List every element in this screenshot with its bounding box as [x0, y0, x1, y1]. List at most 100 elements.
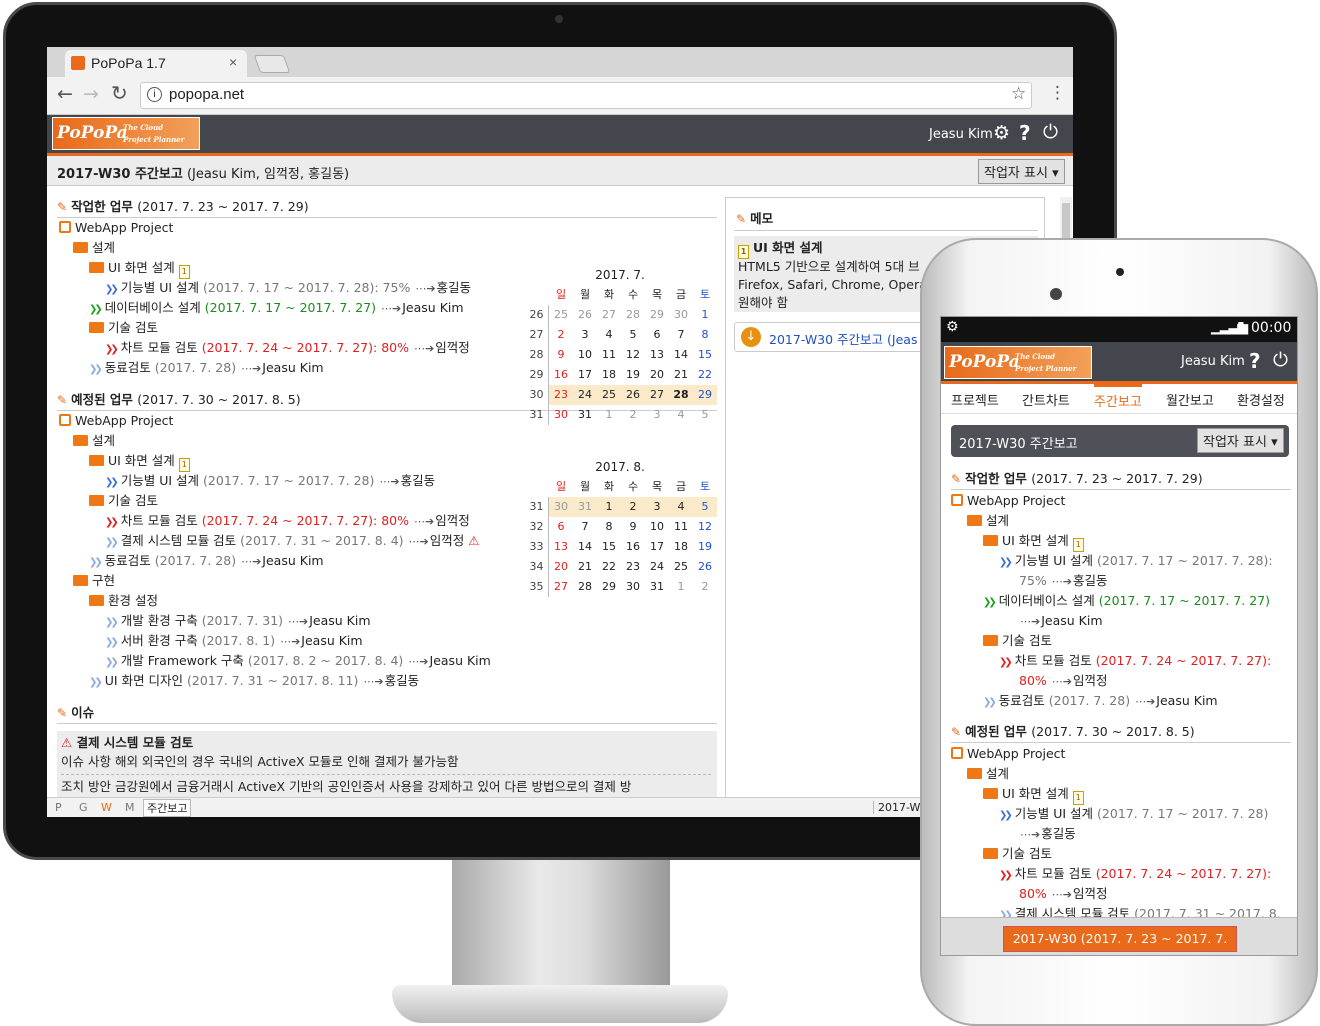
- calendar-day[interactable]: 30: [549, 497, 573, 517]
- forward-icon[interactable]: →: [83, 83, 99, 105]
- calendar-day[interactable]: 2: [549, 325, 573, 345]
- new-tab-button[interactable]: [253, 55, 291, 73]
- task-row[interactable]: ❯❯ 차트 모듈 검토 (2017. 7. 24 ~ 2017. 7. 27):: [999, 651, 1271, 673]
- gear-icon[interactable]: ⚙: [993, 122, 1010, 144]
- calendar-day[interactable]: 29: [645, 305, 669, 325]
- calendar-day[interactable]: 11: [597, 345, 621, 365]
- user-name[interactable]: Jeasu Kim: [1181, 354, 1245, 369]
- calendar-day[interactable]: 14: [573, 537, 597, 557]
- calendar-day[interactable]: 14: [669, 345, 693, 365]
- calendar-day[interactable]: 27: [549, 577, 573, 597]
- folder-ui-design[interactable]: UI 화면 설계 1: [89, 258, 190, 279]
- folder-impl[interactable]: 구현: [73, 571, 115, 591]
- status-tab-g[interactable]: G: [79, 801, 88, 814]
- calendar-day[interactable]: 7: [669, 325, 693, 345]
- calendar-day[interactable]: 20: [645, 365, 669, 385]
- calendar-day[interactable]: 5: [621, 325, 645, 345]
- calendar-day[interactable]: 3: [573, 325, 597, 345]
- task-row[interactable]: ❯❯ 서버 환경 구축 (2017. 8. 1) ⋯➔Jeasu Kim: [105, 631, 363, 653]
- folder-tech-review[interactable]: 기술 검토: [89, 318, 158, 338]
- star-icon[interactable]: ☆: [1011, 84, 1026, 104]
- folder-design[interactable]: 설계: [967, 511, 1009, 531]
- calendar-day[interactable]: 15: [597, 537, 621, 557]
- calendar-day[interactable]: 26: [573, 305, 597, 325]
- task-row[interactable]: ❯❯ 차트 모듈 검토 (2017. 7. 24 ~ 2017. 7. 27): …: [105, 511, 470, 533]
- calendar-day[interactable]: 18: [597, 365, 621, 385]
- calendar-day[interactable]: 26: [621, 385, 645, 405]
- calendar-day[interactable]: 22: [597, 557, 621, 577]
- browser-tab[interactable]: PoPoPa 1.7 ×: [65, 50, 247, 77]
- task-row[interactable]: ❯❯ UI 화면 디자인 (2017. 7. 31 ~ 2017. 8. 11) …: [89, 671, 419, 693]
- calendar-day[interactable]: 29: [597, 577, 621, 597]
- task-row[interactable]: ❯❯ 차트 모듈 검토 (2017. 7. 24 ~ 2017. 7. 27): …: [105, 338, 470, 360]
- task-row[interactable]: ❯❯ 기능별 UI 설계 (2017. 7. 17 ~ 2017. 7. 28) …: [105, 471, 435, 493]
- folder-ui-design[interactable]: UI 화면 설계 1: [89, 451, 190, 472]
- document-icon[interactable]: 1: [1072, 538, 1084, 552]
- address-bar[interactable]: i popopa.net ☆: [140, 82, 1032, 109]
- calendar-day[interactable]: 30: [549, 405, 573, 425]
- calendar-day[interactable]: 8: [597, 517, 621, 537]
- calendar-day[interactable]: 31: [573, 405, 597, 425]
- calendar-day[interactable]: 10: [573, 345, 597, 365]
- calendar-day[interactable]: 21: [669, 365, 693, 385]
- task-row[interactable]: ❯❯ 개발 환경 구축 (2017. 7. 31) ⋯➔Jeasu Kim: [105, 611, 371, 633]
- task-row[interactable]: ❯❯ 개발 Framework 구축 (2017. 8. 2 ~ 2017. 8.…: [105, 651, 491, 673]
- nav-monthly[interactable]: 월간보고: [1166, 390, 1214, 409]
- task-row[interactable]: ❯❯ 데이터베이스 설계 (2017. 7. 17 ~ 2017. 7. 27): [983, 591, 1270, 613]
- project-row[interactable]: WebApp Project: [59, 411, 173, 431]
- calendar-day[interactable]: 7: [573, 517, 597, 537]
- calendar-day[interactable]: 12: [693, 517, 717, 537]
- issue-name-row[interactable]: ⚠ 결제 시스템 모듈 검토: [61, 733, 193, 753]
- calendar-day[interactable]: 28: [669, 385, 693, 405]
- calendar-day[interactable]: 1: [669, 577, 693, 597]
- help-icon[interactable]: ?: [1019, 121, 1031, 145]
- folder-ui-design[interactable]: UI 화면 설계 1: [983, 531, 1084, 552]
- calendar-day[interactable]: 5: [693, 405, 717, 425]
- calendar-day[interactable]: 23: [621, 557, 645, 577]
- calendar-day[interactable]: 17: [645, 537, 669, 557]
- popopa-logo[interactable]: PoPoPa The Cloud Project Planner: [944, 346, 1092, 379]
- power-icon[interactable]: ⏻: [1273, 349, 1288, 371]
- calendar-day[interactable]: 1: [693, 305, 717, 325]
- task-row[interactable]: ❯❯ 차트 모듈 검토 (2017. 7. 24 ~ 2017. 7. 27):: [999, 864, 1271, 886]
- calendar-day[interactable]: 26: [693, 557, 717, 577]
- user-name[interactable]: Jeasu Kim: [929, 127, 993, 142]
- calendar-day[interactable]: 4: [669, 497, 693, 517]
- calendar-day[interactable]: 4: [669, 405, 693, 425]
- task-row[interactable]: ❯❯ 동료검토 (2017. 7. 28) ⋯➔Jeasu Kim: [89, 551, 324, 573]
- folder-design[interactable]: 설계: [73, 431, 115, 451]
- nav-projects[interactable]: 프로젝트: [951, 390, 999, 409]
- calendar-day[interactable]: 11: [669, 517, 693, 537]
- calendar-day[interactable]: 1: [597, 405, 621, 425]
- calendar-day[interactable]: 31: [645, 577, 669, 597]
- calendar-day[interactable]: 25: [597, 385, 621, 405]
- calendar-day[interactable]: 25: [669, 557, 693, 577]
- folder-ui-design[interactable]: UI 화면 설계 1: [983, 784, 1084, 805]
- calendar-day[interactable]: 2: [621, 497, 645, 517]
- calendar-day[interactable]: 3: [645, 497, 669, 517]
- nav-settings[interactable]: 환경설정: [1237, 390, 1285, 409]
- calendar-day[interactable]: 27: [597, 305, 621, 325]
- task-row[interactable]: ❯❯ 동료검토 (2017. 7. 28) ⋯➔Jeasu Kim: [89, 358, 324, 380]
- calendar-day[interactable]: 2: [621, 405, 645, 425]
- menu-icon[interactable]: ⋮: [1049, 83, 1066, 103]
- project-row[interactable]: WebApp Project: [951, 491, 1065, 511]
- calendar-day[interactable]: 28: [573, 577, 597, 597]
- calendar-day[interactable]: 28: [621, 305, 645, 325]
- calendar-day[interactable]: 2: [693, 577, 717, 597]
- calendar-day[interactable]: 21: [573, 557, 597, 577]
- document-icon[interactable]: 1: [1072, 791, 1084, 805]
- folder-design[interactable]: 설계: [967, 764, 1009, 784]
- calendar-day[interactable]: 17: [573, 365, 597, 385]
- folder-tech-review[interactable]: 기술 검토: [983, 631, 1052, 651]
- task-row[interactable]: ❯❯ 동료검토 (2017. 7. 28) ⋯➔Jeasu Kim: [983, 691, 1218, 713]
- calendar-day[interactable]: 1: [597, 497, 621, 517]
- project-row[interactable]: WebApp Project: [59, 218, 173, 238]
- calendar-day[interactable]: 10: [645, 517, 669, 537]
- folder-tech-review[interactable]: 기술 검토: [983, 844, 1052, 864]
- task-row[interactable]: ❯❯ 데이터베이스 설계 (2017. 7. 17 ~ 2017. 7. 27) …: [89, 298, 464, 320]
- status-tab-m[interactable]: M: [125, 801, 135, 814]
- power-icon[interactable]: ⏻: [1043, 121, 1058, 143]
- document-icon[interactable]: 1: [178, 265, 190, 279]
- calendar-day[interactable]: 22: [693, 365, 717, 385]
